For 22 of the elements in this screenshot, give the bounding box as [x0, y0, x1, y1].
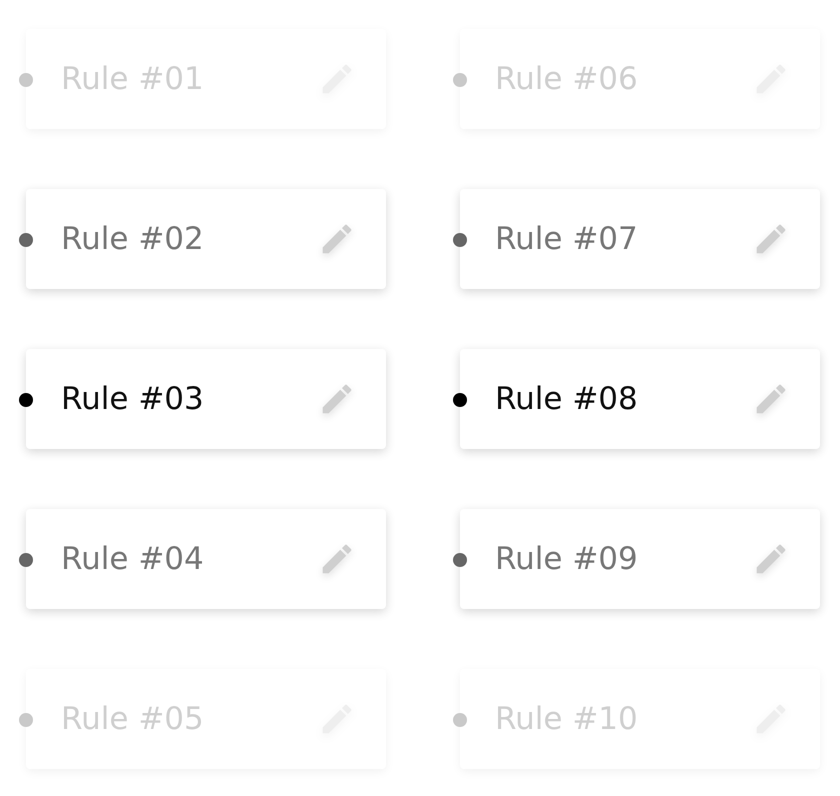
rule-card[interactable]: Rule #09 [460, 509, 820, 609]
bullet-dot [453, 553, 467, 567]
rule-label: Rule #07 [495, 221, 638, 257]
rule-card[interactable]: Rule #02 [26, 189, 386, 289]
rule-label: Rule #03 [61, 381, 204, 417]
bullet-dot [19, 73, 33, 87]
rule-card[interactable]: Rule #07 [460, 189, 820, 289]
bullet-dot [453, 713, 467, 727]
bullet-dot [453, 73, 467, 87]
bullet-dot [19, 713, 33, 727]
rule-card[interactable]: Rule #08 [460, 349, 820, 449]
bullet-dot [453, 233, 467, 247]
rule-label: Rule #02 [61, 221, 204, 257]
bullet-dot [453, 393, 467, 407]
rule-card[interactable]: Rule #04 [26, 509, 386, 609]
rule-card[interactable]: Rule #03 [26, 349, 386, 449]
rule-label: Rule #08 [495, 381, 638, 417]
rule-label: Rule #09 [495, 541, 638, 577]
rule-label: Rule #04 [61, 541, 204, 577]
bullet-dot [19, 233, 33, 247]
bullet-dot [19, 393, 33, 407]
bullet-dot [19, 553, 33, 567]
